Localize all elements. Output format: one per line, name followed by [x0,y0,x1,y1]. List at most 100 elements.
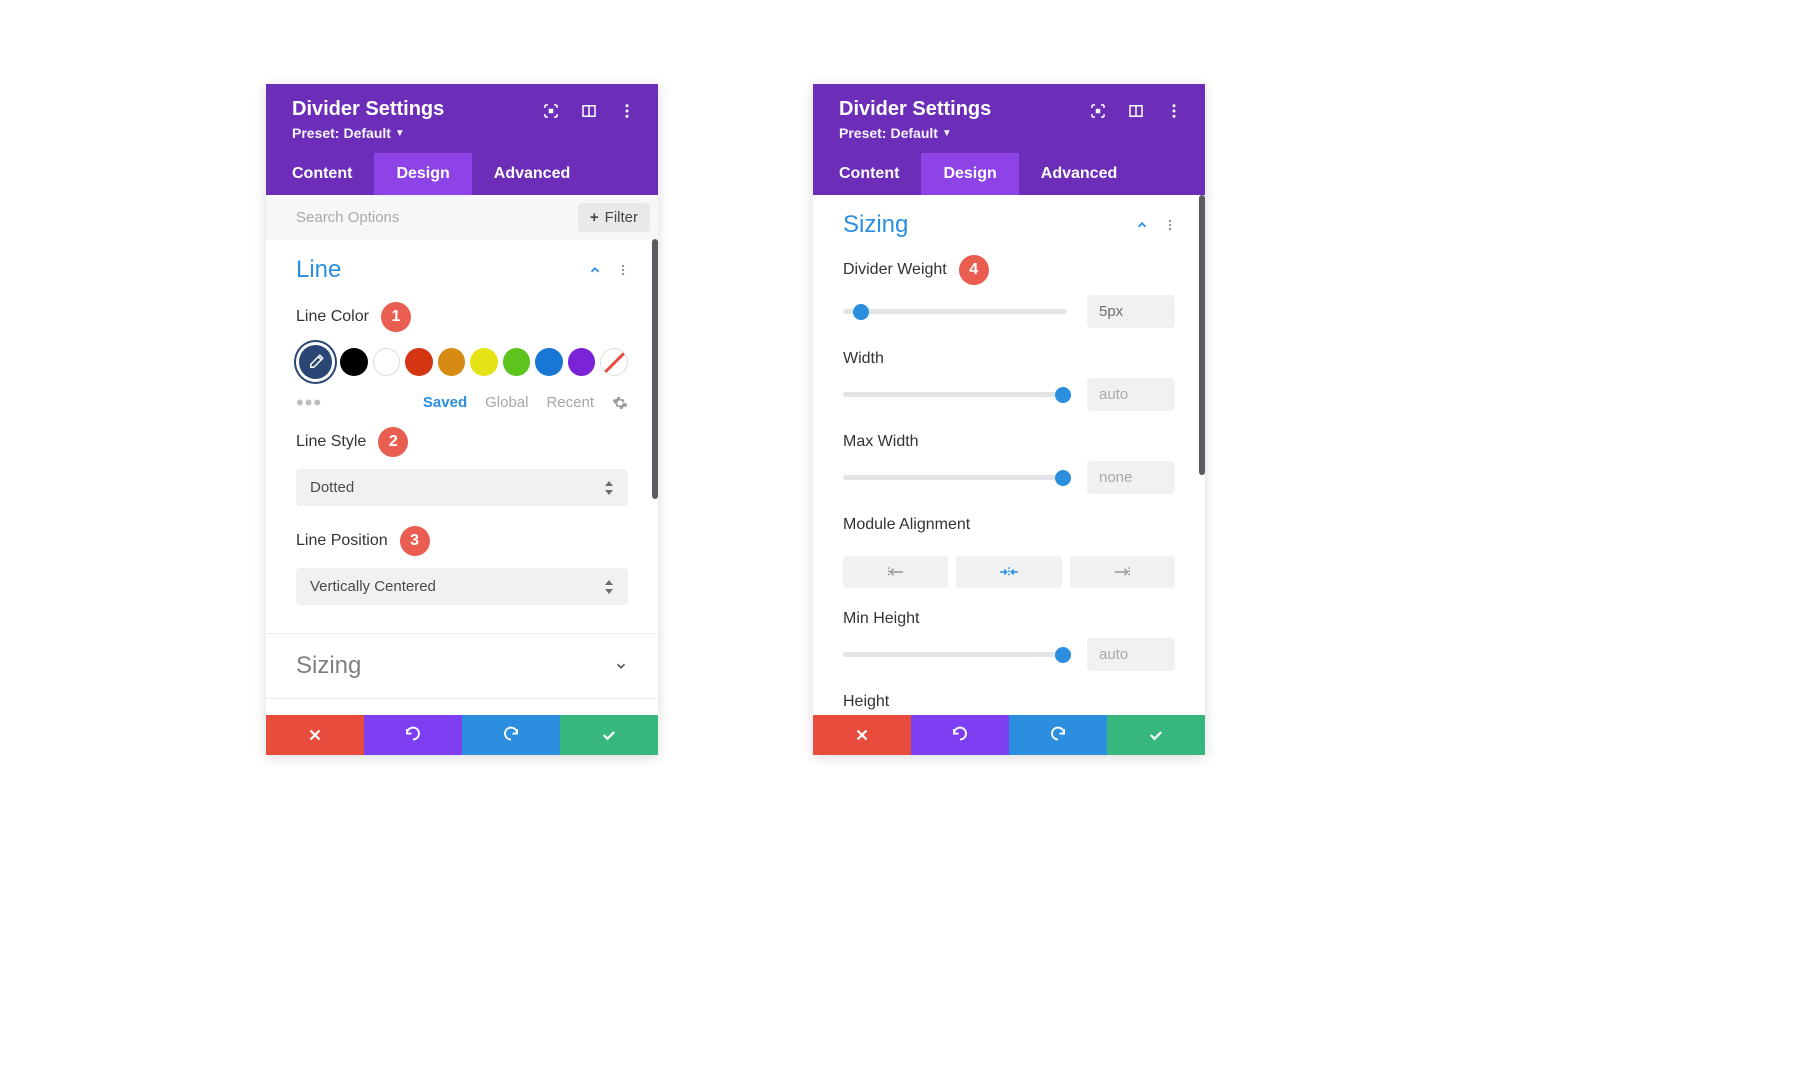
preset-value: Default [343,125,390,141]
min-height-value[interactable]: auto [1087,638,1175,671]
width-field: Width auto [813,344,1205,415]
sort-arrows-icon [604,481,614,495]
divider-weight-label-row: Divider Weight 4 [843,255,1175,285]
color-swatch[interactable] [373,348,401,376]
tab-design[interactable]: Design [921,153,1018,195]
palette-tab-saved[interactable]: Saved [423,394,467,411]
divider-weight-field: Divider Weight 4 5px [813,249,1205,332]
line-position-select[interactable]: Vertically Centered [296,568,628,605]
panel-header: Divider Settings Preset: Default ▼ [813,84,1205,153]
tab-advanced[interactable]: Advanced [472,153,600,195]
max-width-slider[interactable] [843,475,1067,480]
slider-thumb[interactable] [853,304,869,320]
sizing-collapsed-title: Sizing [296,652,361,680]
focus-icon[interactable] [1089,102,1107,120]
header-left: Divider Settings Preset: Default ▼ [839,98,991,141]
undo-button[interactable] [911,715,1009,755]
scrollbar[interactable] [1199,195,1205,475]
line-position-value: Vertically Centered [310,578,436,595]
redo-button[interactable] [1009,715,1107,755]
annotation-badge-3: 3 [400,526,430,556]
more-dots-icon[interactable]: ••• [296,399,322,407]
color-swatch[interactable] [470,348,498,376]
spacing-section-collapsed[interactable]: Spacing [266,698,658,715]
cancel-button[interactable] [813,715,911,755]
divider-weight-label: Divider Weight [843,261,947,279]
sizing-section-header[interactable]: Sizing [813,195,1205,249]
preset-label: Preset: [292,125,339,141]
palette-tab-recent[interactable]: Recent [546,394,594,411]
palette-tab-global[interactable]: Global [485,394,528,411]
color-swatch-transparent[interactable] [600,348,628,376]
filter-button[interactable]: + Filter [578,203,650,232]
line-color-label: Line Color [296,308,369,326]
panel-body: Sizing Divider Weight 4 5px Width auto [813,195,1205,715]
align-right-button[interactable] [1070,556,1175,588]
gear-icon[interactable] [612,395,628,411]
palette-tabs-row: ••• Saved Global Recent [266,388,658,419]
preset-dropdown[interactable]: Preset: Default ▼ [839,125,991,141]
chevron-up-icon[interactable] [1135,218,1149,232]
kebab-menu-icon[interactable] [616,263,630,277]
tab-content[interactable]: Content [266,153,374,195]
max-width-value[interactable]: none [1087,461,1175,494]
line-style-select[interactable]: Dotted [296,469,628,506]
preset-dropdown[interactable]: Preset: Default ▼ [292,125,444,141]
tab-advanced[interactable]: Advanced [1019,153,1147,195]
annotation-badge-1: 1 [381,302,411,332]
weight-slider[interactable] [843,309,1067,314]
panel-body: + Filter Line Line Color 1 [266,195,658,715]
max-width-field: Max Width none [813,427,1205,498]
chevron-down-icon [614,659,628,673]
section-header-icons [588,263,630,277]
undo-button[interactable] [364,715,462,755]
line-color-label-row: Line Color 1 [296,302,628,332]
weight-value[interactable]: 5px [1087,295,1175,328]
save-button[interactable] [1107,715,1205,755]
color-swatch[interactable] [405,348,433,376]
chevron-up-icon[interactable] [588,263,602,277]
color-swatch[interactable] [535,348,563,376]
width-slider[interactable] [843,392,1067,397]
slider-thumb[interactable] [1055,387,1071,403]
color-swatch[interactable] [438,348,466,376]
align-left-button[interactable] [843,556,948,588]
color-swatch[interactable] [503,348,531,376]
redo-button[interactable] [462,715,560,755]
kebab-menu-icon[interactable] [1165,102,1183,120]
line-color-field: Line Color 1 [266,294,658,388]
header-left: Divider Settings Preset: Default ▼ [292,98,444,141]
align-center-button[interactable] [956,556,1061,588]
eyedropper-button[interactable] [296,342,335,382]
color-swatch[interactable] [340,348,368,376]
line-style-value: Dotted [310,479,354,496]
color-swatch[interactable] [568,348,596,376]
search-input[interactable] [294,208,578,227]
caret-down-icon: ▼ [395,128,405,139]
slider-wrap: 5px [843,295,1175,328]
columns-icon[interactable] [580,102,598,120]
tab-design[interactable]: Design [374,153,471,195]
line-position-field: Line Position 3 [266,518,658,560]
line-style-label: Line Style [296,433,366,451]
width-value[interactable]: auto [1087,378,1175,411]
min-height-slider[interactable] [843,652,1067,657]
save-button[interactable] [560,715,658,755]
slider-wrap: auto [843,638,1175,671]
cancel-button[interactable] [266,715,364,755]
line-section-header[interactable]: Line [266,240,658,294]
slider-wrap: auto [843,378,1175,411]
sizing-section-collapsed[interactable]: Sizing [266,633,658,698]
header-actions [1089,102,1183,120]
columns-icon[interactable] [1127,102,1145,120]
focus-icon[interactable] [542,102,560,120]
kebab-menu-icon[interactable] [1163,218,1177,232]
slider-thumb[interactable] [1055,647,1071,663]
search-row: + Filter [266,195,658,240]
preset-value: Default [890,125,937,141]
alignment-buttons [813,548,1205,594]
slider-thumb[interactable] [1055,470,1071,486]
kebab-menu-icon[interactable] [618,102,636,120]
scrollbar[interactable] [652,239,658,499]
tab-content[interactable]: Content [813,153,921,195]
